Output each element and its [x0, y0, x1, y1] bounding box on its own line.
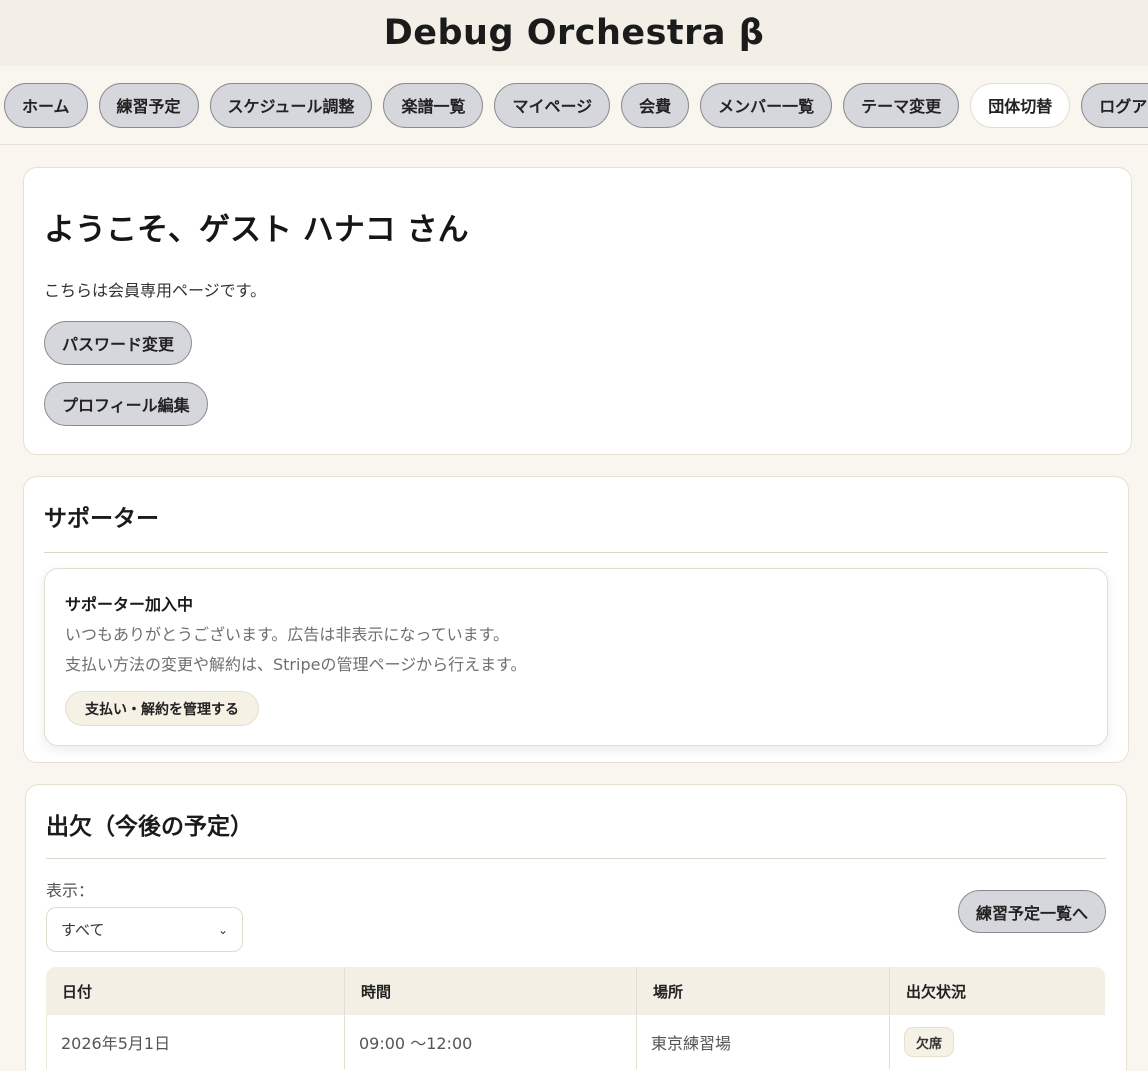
attendance-card: 出欠（今後の予定） 表示： すべて ⌄ 練習予定一覧へ 日付 時間 場所 出欠状…	[25, 784, 1127, 1071]
table-header-row: 日付 時間 場所 出欠状況	[46, 967, 1105, 1015]
nav-members[interactable]: メンバー一覧	[700, 82, 833, 128]
column-header-date: 日付	[46, 967, 345, 1015]
column-header-status: 出欠状況	[890, 967, 1105, 1015]
divider	[44, 552, 1108, 553]
table-row: 2026年5月1日 09:00 〜12:00 東京練習場 欠席	[46, 1015, 1105, 1069]
supporter-status-panel: サポーター加入中 いつもありがとうございます。広告は非表示になっています。 支払…	[44, 568, 1108, 746]
attendance-filter-select[interactable]: すべて ⌄	[46, 907, 243, 952]
filter-label: 表示：	[46, 881, 95, 900]
nav-logout[interactable]: ログアウト	[1081, 82, 1148, 128]
app-title: Debug Orchestra β	[383, 13, 765, 53]
cell-date: 2026年5月1日	[46, 1015, 345, 1069]
supporter-status: サポーター加入中	[65, 595, 194, 614]
supporter-thanks-text: いつもありがとうございます。広告は非表示になっています。	[65, 625, 510, 644]
schedule-list-button[interactable]: 練習予定一覧へ	[957, 890, 1106, 933]
column-header-place: 場所	[637, 967, 890, 1015]
welcome-actions: パスワード変更 プロフィール編集	[44, 321, 1111, 426]
nav-fees[interactable]: 会費	[621, 82, 690, 128]
supporter-stripe-text: 支払い方法の変更や解約は、Stripeの管理ページから行えます。	[65, 655, 527, 674]
status-badge: 欠席	[904, 1027, 955, 1057]
attendance-table: 日付 時間 場所 出欠状況 2026年5月1日 09:00 〜12:00 東京練…	[46, 967, 1105, 1069]
cell-time: 09:00 〜12:00	[345, 1015, 637, 1069]
filter-row: 表示： すべて ⌄ 練習予定一覧へ	[46, 859, 1106, 967]
app-header: Debug Orchestra β	[0, 0, 1148, 66]
welcome-title: ようこそ、ゲスト ハナコ さん	[44, 212, 469, 248]
edit-profile-button[interactable]: プロフィール編集	[44, 382, 208, 426]
welcome-description: こちらは会員専用ページです。	[44, 281, 267, 300]
nav-home[interactable]: ホーム	[4, 82, 88, 128]
top-nav: ホーム 練習予定 スケジュール調整 楽譜一覧 マイページ 会費 メンバー一覧 テ…	[0, 66, 1148, 145]
nav-schedule-adjust[interactable]: スケジュール調整	[209, 82, 373, 128]
filter-selected-value: すべて	[61, 921, 105, 939]
supporter-card: サポーター サポーター加入中 いつもありがとうございます。広告は非表示になってい…	[23, 476, 1129, 763]
cell-place: 東京練習場	[637, 1015, 890, 1069]
nav-practice-schedule[interactable]: 練習予定	[98, 82, 199, 128]
chevron-down-icon: ⌄	[217, 922, 228, 937]
supporter-title: サポーター	[44, 506, 159, 532]
nav-scores[interactable]: 楽譜一覧	[383, 82, 484, 128]
nav-switch-group[interactable]: 団体切替	[970, 82, 1071, 128]
nav-theme[interactable]: テーマ変更	[843, 82, 960, 128]
nav-mypage[interactable]: マイページ	[494, 82, 611, 128]
attendance-title: 出欠（今後の予定）	[46, 814, 253, 840]
manage-subscription-button[interactable]: 支払い・解約を管理する	[65, 691, 259, 726]
welcome-card: ようこそ、ゲスト ハナコ さん こちらは会員専用ページです。 パスワード変更 プ…	[23, 167, 1132, 455]
column-header-time: 時間	[345, 967, 637, 1015]
cell-status: 欠席	[890, 1015, 1105, 1069]
change-password-button[interactable]: パスワード変更	[44, 321, 193, 365]
